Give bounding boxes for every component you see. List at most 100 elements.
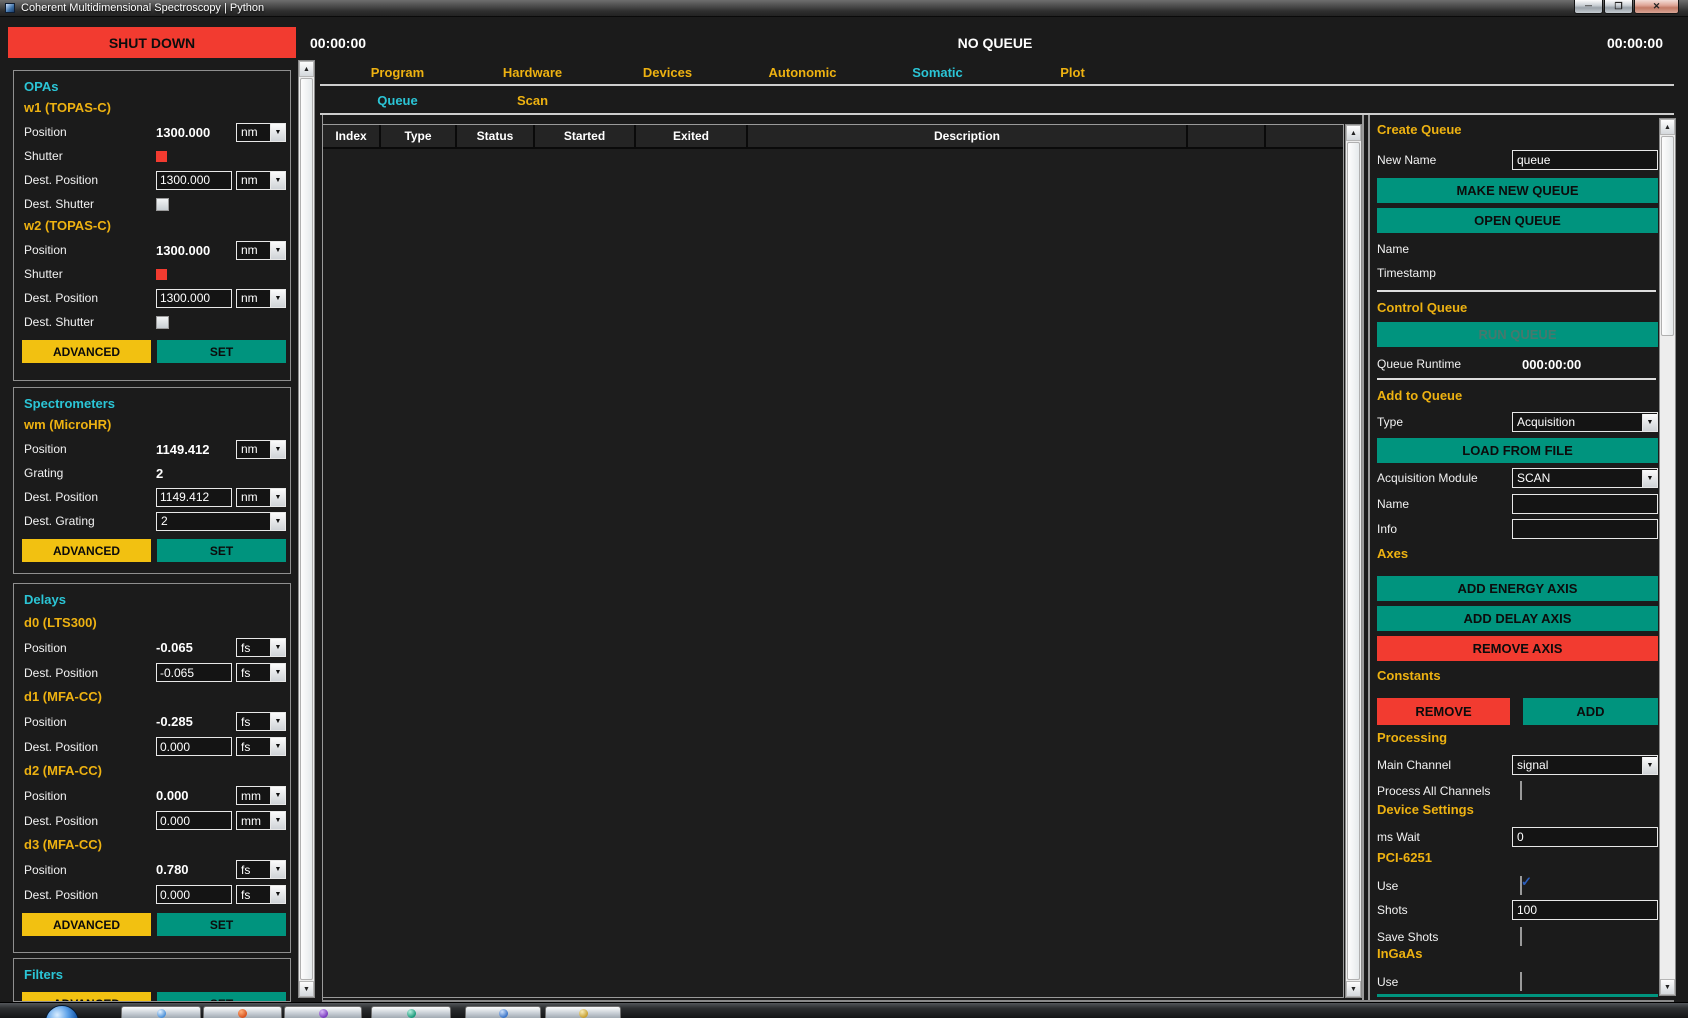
chevron-down-icon[interactable] (270, 242, 285, 259)
save-shots-checkbox[interactable] (1520, 927, 1522, 946)
column-header-status[interactable]: Status (457, 125, 535, 147)
unit-select-d0[interactable]: fs (236, 638, 286, 657)
open-queue-button[interactable]: OPEN QUEUE (1377, 208, 1658, 233)
unit-select-d0[interactable]: fs (236, 663, 286, 682)
chevron-down-icon[interactable] (270, 290, 285, 307)
dest-position-input-d3[interactable]: 0.000 (156, 885, 232, 904)
chevron-down-icon[interactable] (270, 738, 285, 755)
scrollbar-thumb[interactable] (1347, 142, 1360, 980)
column-header-blank[interactable] (1266, 125, 1343, 147)
tab-devices[interactable]: Devices (600, 62, 735, 84)
queue-panel-scrollbar[interactable] (1659, 118, 1676, 996)
dest-position-input-d1[interactable]: 0.000 (156, 737, 232, 756)
chevron-down-icon[interactable] (270, 664, 285, 681)
taskbar-app-3[interactable] (284, 1006, 362, 1018)
column-header-started[interactable]: Started (535, 125, 636, 147)
tab-plot[interactable]: Plot (1005, 62, 1140, 84)
set-button-filters[interactable]: SET (157, 992, 286, 1002)
dest-position-input-d0[interactable]: -0.065 (156, 663, 232, 682)
scroll-down-icon[interactable] (1660, 979, 1675, 995)
chevron-down-icon[interactable] (270, 787, 285, 804)
dest-position-input-wm[interactable]: 1149.412 (156, 488, 232, 507)
advanced-button-opas[interactable]: ADVANCED (22, 340, 151, 363)
chevron-down-icon[interactable] (270, 124, 285, 141)
set-button-spectrometers[interactable]: SET (157, 539, 286, 562)
advanced-button-spectrometers[interactable]: ADVANCED (22, 539, 151, 562)
unit-select-w1[interactable]: nm (236, 171, 286, 190)
chevron-down-icon[interactable] (270, 886, 285, 903)
remove-axis-button[interactable]: REMOVE AXIS (1377, 636, 1658, 661)
advanced-button-delays[interactable]: ADVANCED (22, 913, 151, 936)
process-all-channels-checkbox[interactable] (1520, 781, 1522, 800)
chevron-down-icon[interactable] (1642, 470, 1657, 487)
acquisition-module-select[interactable]: SCAN (1512, 468, 1658, 488)
scroll-up-icon[interactable] (299, 61, 314, 77)
queue-table-body[interactable] (323, 149, 1343, 997)
start-button-icon[interactable] (45, 1005, 79, 1018)
unit-select-w1[interactable]: nm (236, 123, 286, 142)
column-header-exited[interactable]: Exited (636, 125, 748, 147)
chevron-down-icon[interactable] (270, 639, 285, 656)
unit-select-d2[interactable]: mm (236, 811, 286, 830)
taskbar-app-4[interactable] (371, 1006, 451, 1018)
scroll-down-icon[interactable] (1346, 981, 1361, 997)
advanced-button-filters[interactable]: ADVANCED (22, 992, 151, 1002)
remove-constant-button[interactable]: REMOVE (1377, 698, 1510, 725)
run-queue-button[interactable]: RUN QUEUE (1377, 322, 1658, 347)
scrollbar-thumb[interactable] (1661, 136, 1674, 336)
dest-grating-select-wm[interactable]: 2 (156, 512, 286, 531)
unit-select-wm[interactable]: nm (236, 488, 286, 507)
shut-down-button[interactable]: SHUT DOWN (8, 27, 296, 58)
column-header-index[interactable]: Index (323, 125, 381, 147)
unit-select-wm[interactable]: nm (236, 440, 286, 459)
set-button-delays[interactable]: SET (157, 913, 286, 936)
add-energy-axis-button[interactable]: ADD ENERGY AXIS (1377, 576, 1658, 601)
unit-select-d3[interactable]: fs (236, 860, 286, 879)
shots-input[interactable]: 100 (1512, 900, 1658, 920)
make-new-queue-button[interactable]: MAKE NEW QUEUE (1377, 178, 1658, 203)
hardware-panel-scrollbar[interactable] (298, 60, 315, 998)
scroll-up-icon[interactable] (1660, 119, 1675, 135)
tab-somatic[interactable]: Somatic (870, 62, 1005, 84)
close-button[interactable] (1634, 0, 1679, 14)
chevron-down-icon[interactable] (1642, 414, 1657, 431)
subtab-scan[interactable]: Scan (465, 90, 600, 112)
taskbar-app-2[interactable] (203, 1006, 282, 1018)
taskbar-app-1[interactable] (121, 1006, 201, 1018)
name-input[interactable] (1512, 494, 1658, 514)
column-header-description[interactable]: Description (748, 125, 1188, 147)
chevron-down-icon[interactable] (270, 441, 285, 458)
tab-program[interactable]: Program (330, 62, 465, 84)
chevron-down-icon[interactable] (270, 172, 285, 189)
ingaas-use-checkbox[interactable] (1520, 972, 1522, 991)
taskbar-app-5[interactable] (465, 1006, 541, 1018)
column-header-blank[interactable] (1188, 125, 1266, 147)
chevron-down-icon[interactable] (270, 713, 285, 730)
info-input[interactable] (1512, 519, 1658, 539)
subtab-queue[interactable]: Queue (330, 90, 465, 112)
chevron-down-icon[interactable] (270, 812, 285, 829)
dest-position-input-d2[interactable]: 0.000 (156, 811, 232, 830)
set-button-opas[interactable]: SET (157, 340, 286, 363)
dest-shutter-checkbox-w1[interactable] (156, 198, 169, 211)
chevron-down-icon[interactable] (270, 513, 285, 530)
chevron-down-icon[interactable] (1642, 757, 1657, 774)
unit-select-d3[interactable]: fs (236, 885, 286, 904)
table-scrollbar[interactable] (1345, 124, 1362, 998)
minimize-button[interactable] (1574, 0, 1603, 14)
load-from-file-button[interactable]: LOAD FROM FILE (1377, 438, 1658, 463)
new-name-input[interactable]: queue (1512, 150, 1658, 170)
add-constant-button[interactable]: ADD (1523, 698, 1658, 725)
add-delay-axis-button[interactable]: ADD DELAY AXIS (1377, 606, 1658, 631)
tab-hardware[interactable]: Hardware (465, 62, 600, 84)
maximize-button[interactable] (1604, 0, 1633, 14)
unit-select-d1[interactable]: fs (236, 712, 286, 731)
chevron-down-icon[interactable] (270, 489, 285, 506)
scrollbar-thumb[interactable] (300, 78, 313, 980)
unit-select-w2[interactable]: nm (236, 289, 286, 308)
chevron-down-icon[interactable] (270, 861, 285, 878)
type-select[interactable]: Acquisition (1512, 412, 1658, 432)
scroll-up-icon[interactable] (1346, 125, 1361, 141)
unit-select-w2[interactable]: nm (236, 241, 286, 260)
column-header-type[interactable]: Type (381, 125, 457, 147)
